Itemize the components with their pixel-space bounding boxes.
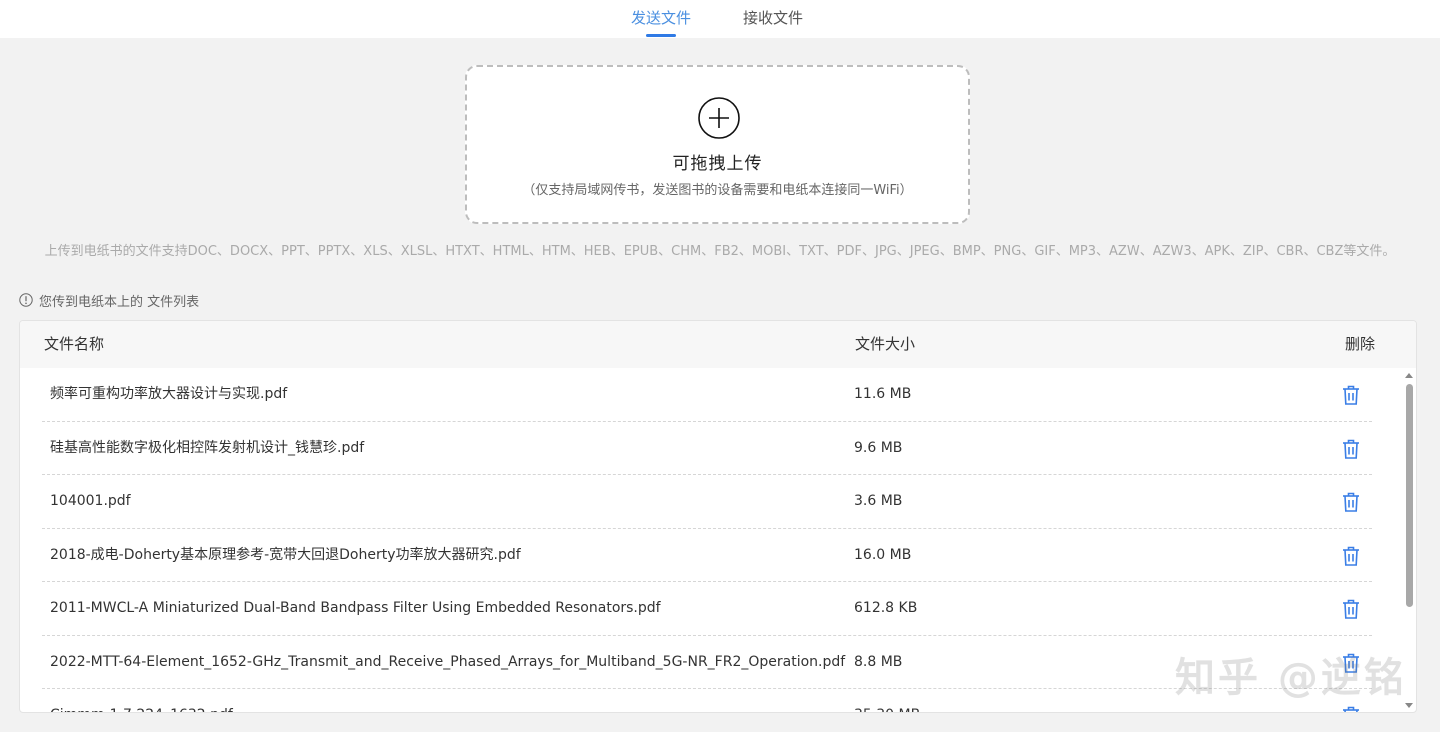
info-icon <box>19 293 33 307</box>
table-row: 硅基高性能数字极化相控阵发射机设计_钱慧珍.pdf 9.6 MB <box>42 422 1372 475</box>
trash-icon[interactable] <box>1342 706 1360 713</box>
file-size: 8.8 MB <box>854 653 903 670</box>
file-name: 频率可重构功率放大器设计与实现.pdf <box>50 386 288 402</box>
table-row: 2018-成电-Doherty基本原理参考-宽带大回退Doherty功率放大器研… <box>42 529 1372 582</box>
tab-send-files[interactable]: 发送文件 <box>631 0 691 38</box>
table-header: 文件名称 文件大小 删除 <box>20 321 1416 368</box>
trash-icon[interactable] <box>1342 546 1360 566</box>
column-header-delete: 删除 <box>1345 335 1376 353</box>
upload-title: 可拖拽上传 <box>672 154 763 174</box>
tab-bar: 发送文件 接收文件 <box>0 0 1440 38</box>
column-header-size: 文件大小 <box>855 335 916 353</box>
file-size: 612.8 KB <box>854 600 918 616</box>
trash-icon[interactable] <box>1342 599 1360 619</box>
table-row: 104001.pdf 3.6 MB <box>42 475 1372 529</box>
plus-circle-icon <box>698 97 740 139</box>
upload-dropzone[interactable]: 可拖拽上传 （仅支持局域网传书，发送图书的设备需要和电纸本连接同一WiFi） <box>465 65 970 224</box>
column-header-name: 文件名称 <box>44 335 105 353</box>
file-list-hint: 您传到电纸本上的 文件列表 <box>19 291 200 310</box>
file-size: 11.6 MB <box>854 386 912 402</box>
file-name: 2011-MWCL-A Miniaturized Dual-Band Bandp… <box>50 600 661 616</box>
file-size: 16.0 MB <box>854 546 912 563</box>
file-size: 35.30 MB <box>854 689 920 712</box>
file-name: 104001.pdf <box>50 493 131 509</box>
file-size: 3.6 MB <box>854 493 903 509</box>
trash-icon[interactable] <box>1342 492 1360 512</box>
file-name: Cimmm-1.7.224_1632.pdf <box>50 689 233 712</box>
table-row: 2022-MTT-64-Element_1652-GHz_Transmit_an… <box>42 636 1372 689</box>
file-name: 硅基高性能数字极化相控阵发射机设计_钱慧珍.pdf <box>50 439 365 456</box>
scroll-down-arrow-icon[interactable] <box>1405 703 1413 708</box>
table-row: 2011-MWCL-A Miniaturized Dual-Band Bandp… <box>42 582 1372 636</box>
trash-icon[interactable] <box>1342 439 1360 459</box>
trash-icon[interactable] <box>1342 385 1360 405</box>
active-tab-indicator <box>646 34 676 37</box>
table-row: 频率可重构功率放大器设计与实现.pdf 11.6 MB <box>42 368 1372 422</box>
upload-subtitle: （仅支持局域网传书，发送图书的设备需要和电纸本连接同一WiFi） <box>522 183 913 198</box>
tab-receive-files[interactable]: 接收文件 <box>743 0 803 38</box>
supported-formats-text: 上传到电纸书的文件支持DOC、DOCX、PPT、PPTX、XLS、XLSL、HT… <box>44 244 1396 259</box>
file-name: 2022-MTT-64-Element_1652-GHz_Transmit_an… <box>50 653 846 670</box>
file-size: 9.6 MB <box>854 439 903 456</box>
table-row: Cimmm-1.7.224_1632.pdf 35.30 MB <box>42 689 1372 713</box>
zhihu-watermark: 知乎 @逆铭 <box>1175 655 1407 701</box>
scroll-up-arrow-icon[interactable] <box>1405 373 1413 378</box>
scrollbar-thumb[interactable] <box>1406 384 1413 607</box>
file-name: 2018-成电-Doherty基本原理参考-宽带大回退Doherty功率放大器研… <box>50 546 521 563</box>
file-list-hint-text: 您传到电纸本上的 文件列表 <box>39 294 200 310</box>
